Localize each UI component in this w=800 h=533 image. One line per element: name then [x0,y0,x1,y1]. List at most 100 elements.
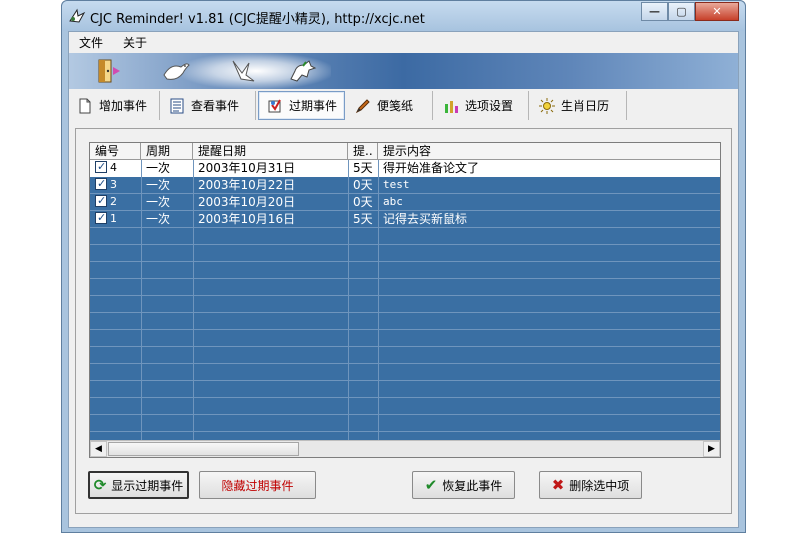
row-date: 2003年10月16日 [198,212,296,226]
grid-column-line [348,160,349,440]
column-header-cycle[interactable]: 周期 [141,143,193,160]
column-header-content[interactable]: 提示内容 [378,143,720,160]
tab-label: 便笺纸 [377,99,414,113]
row-advance: 5天 [353,161,373,175]
bird-icon[interactable] [229,57,259,85]
row-advance: 0天 [353,195,373,209]
new-document-icon [79,98,91,113]
restore-label: 恢复此事件 [442,478,503,493]
column-header-advance[interactable]: 提.. [348,143,378,160]
tab-label: 选项设置 [465,99,514,113]
row-id-cell: 4 [90,160,141,177]
grid-line [90,295,720,296]
row-id-cell: 2 [90,194,141,211]
refresh-icon: ⟳ [93,476,107,494]
app-window: CJC Reminder! v1.81 (CJC提醒小精灵), http://x… [61,0,746,533]
tab-add-event[interactable]: 增加事件 [69,91,160,120]
app-icon [69,8,86,23]
row-content: 得开始准备论文了 [383,161,480,175]
tab-bar: 增加事件 查看事件 过期事件 便笺纸 选项设置 生肖日历 [69,90,738,122]
row-cycle: 一次 [146,161,171,175]
client-area: 文件 关于 增加事件 查看事件 过期事件 便笺纸 选项设置 生肖日历 编号 周期… [68,31,739,528]
table-row[interactable]: 2 一次 2003年10月20日 0天 abc [90,194,720,211]
grid-column-line [378,160,379,440]
table-row[interactable]: 3 一次 2003年10月22日 0天 test [90,177,720,194]
column-header-date[interactable]: 提醒日期 [193,143,348,160]
tab-label: 过期事件 [289,99,338,113]
grid-line [90,414,720,415]
row-content: 记得去买新鼠标 [383,212,468,226]
row-cycle: 一次 [146,195,171,209]
list-icon [170,98,184,113]
row-content: test [383,178,410,191]
window-title: CJC Reminder! v1.81 (CJC提醒小精灵), http://x… [90,12,425,27]
check-icon: ✔ [424,476,438,494]
tab-label: 查看事件 [191,99,240,113]
row-id-cell: 1 [90,211,141,228]
expired-icon [268,99,281,112]
tab-expired-events[interactable]: 过期事件 [258,91,345,120]
row-id: 4 [110,161,117,174]
close-icon[interactable]: ✕ [695,2,739,21]
tab-options[interactable]: 选项设置 [435,91,529,120]
menu-file[interactable]: 文件 [69,32,113,52]
grid-column-line [193,160,194,440]
table-row[interactable]: 4 一次 2003年10月31日 5天 得开始准备论文了 [90,160,720,177]
row-checkbox[interactable] [95,194,107,209]
row-id: 2 [110,195,117,208]
horizontal-scrollbar[interactable]: ◀ ▶ [90,440,720,457]
banner [69,53,738,89]
row-checkbox[interactable] [95,177,107,192]
row-date: 2003年10月22日 [198,178,296,192]
delete-label: 删除选中项 [569,478,630,493]
show-expired-button[interactable]: ⟳ 显示过期事件 [88,471,189,499]
row-checkbox[interactable] [95,211,107,226]
delete-selected-button[interactable]: ✖ 删除选中项 [539,471,642,499]
show-expired-label: 显示过期事件 [111,478,184,493]
tab-zodiac-calendar[interactable]: 生肖日历 [531,91,627,120]
menu-bar: 文件 关于 [69,32,738,52]
delete-icon: ✖ [551,476,565,494]
events-grid[interactable]: 编号 周期 提醒日期 提.. 提示内容 ✓4 一次 2003年10月31日 5天… [89,142,721,458]
horse-icon[interactable] [287,57,317,85]
grid-line [90,363,720,364]
row-content: abc [383,195,403,208]
grid-line [90,312,720,313]
sun-icon [539,97,555,114]
scroll-right-icon[interactable]: ▶ [703,441,720,457]
tab-view-events[interactable]: 查看事件 [161,91,256,120]
row-checkbox[interactable] [95,160,107,175]
scroll-left-icon[interactable]: ◀ [90,441,107,457]
pencil-icon [355,98,370,113]
dove-icon[interactable] [161,57,191,85]
grid-header: 编号 周期 提醒日期 提.. 提示内容 [90,143,720,160]
door-icon[interactable] [93,57,123,85]
maximize-icon[interactable]: ▢ [668,2,695,21]
table-row[interactable]: 1 一次 2003年10月16日 5天 记得去买新鼠标 [90,211,720,228]
window-controls: — ▢ ✕ [641,2,739,21]
title-bar[interactable]: CJC Reminder! v1.81 (CJC提醒小精灵), http://x… [62,1,745,31]
grid-line [90,261,720,262]
row-date: 2003年10月31日 [198,161,296,175]
row-date: 2003年10月20日 [198,195,296,209]
minimize-icon[interactable]: — [641,2,668,21]
expired-events-panel: 编号 周期 提醒日期 提.. 提示内容 ✓4 一次 2003年10月31日 5天… [75,128,732,514]
menu-about[interactable]: 关于 [113,32,157,52]
scroll-thumb[interactable] [108,442,299,456]
grid-line [90,244,720,245]
tab-notepad[interactable]: 便笺纸 [347,91,433,120]
row-cycle: 一次 [146,178,171,192]
grid-line [90,346,720,347]
hide-expired-button[interactable]: 隐藏过期事件 [199,471,316,499]
grid-line [90,431,720,432]
column-header-id[interactable]: 编号 [90,143,141,160]
row-id: 3 [110,178,117,191]
restore-event-button[interactable]: ✔ 恢复此事件 [412,471,515,499]
grid-body: 4 一次 2003年10月31日 5天 得开始准备论文了 3 一次 2003年1… [90,160,720,440]
row-id: 1 [110,212,117,225]
grid-column-line [141,160,142,440]
row-cycle: 一次 [146,212,171,226]
hide-expired-label: 隐藏过期事件 [221,478,294,493]
row-id-cell: 3 [90,177,141,194]
grid-line [90,329,720,330]
